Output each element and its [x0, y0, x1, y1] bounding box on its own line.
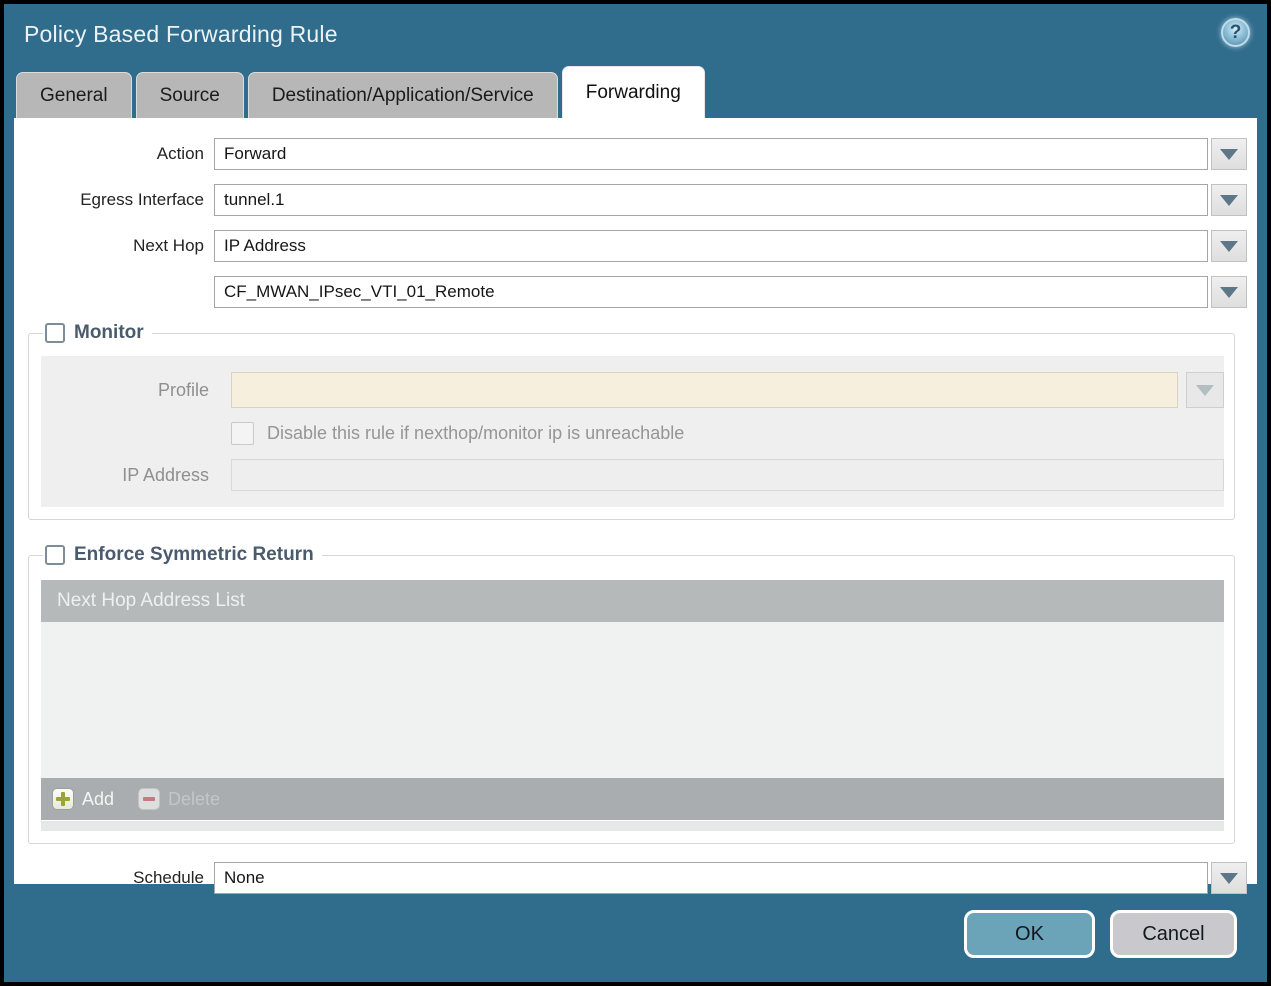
next-hop-type-dropdown-button[interactable] — [1211, 230, 1247, 262]
next-hop-address-list-table: Next Hop Address List Add Delete — [41, 580, 1224, 831]
tab-bar: General Source Destination/Application/S… — [4, 66, 1267, 118]
schedule-select[interactable]: None — [214, 862, 1208, 894]
chevron-down-icon — [1220, 148, 1238, 160]
schedule-row: Schedule None — [14, 862, 1247, 894]
action-dropdown-button[interactable] — [1211, 138, 1247, 170]
egress-interface-dropdown-button[interactable] — [1211, 184, 1247, 216]
profile-dropdown-button — [1186, 372, 1224, 408]
delete-button: Delete — [138, 788, 220, 810]
add-icon — [52, 788, 74, 810]
next-hop-address-dropdown-button[interactable] — [1211, 276, 1247, 308]
enforce-symmetric-return-checkbox[interactable] — [45, 545, 65, 565]
action-label: Action — [156, 144, 204, 163]
disable-rule-row: Disable this rule if nexthop/monitor ip … — [231, 422, 1224, 445]
action-select[interactable]: Forward — [214, 138, 1208, 170]
tab-destination-application-service[interactable]: Destination/Application/Service — [247, 72, 558, 118]
title-bar: Policy Based Forwarding Rule ? — [4, 4, 1267, 66]
policy-based-forwarding-dialog: Policy Based Forwarding Rule ? General S… — [0, 0, 1271, 986]
schedule-dropdown-button[interactable] — [1211, 862, 1247, 894]
chevron-down-icon — [1220, 194, 1238, 206]
tab-forwarding[interactable]: Forwarding — [561, 66, 705, 118]
egress-interface-row: Egress Interface tunnel.1 — [14, 184, 1247, 216]
cancel-button[interactable]: Cancel — [1110, 910, 1237, 958]
chevron-down-icon — [1220, 240, 1238, 252]
next-hop-address-list-body — [41, 622, 1224, 778]
egress-interface-select[interactable]: tunnel.1 — [214, 184, 1208, 216]
profile-label: Profile — [157, 379, 209, 400]
monitor-panel: Profile Disable this rule if nexthop/mon… — [41, 356, 1224, 507]
tab-general[interactable]: General — [16, 72, 132, 118]
disable-rule-label: Disable this rule if nexthop/monitor ip … — [267, 423, 685, 443]
help-icon[interactable]: ? — [1221, 18, 1250, 47]
dialog-footer: OK Cancel — [4, 884, 1267, 978]
enforce-symmetric-return-legend-label: Enforce Symmetric Return — [74, 544, 314, 565]
disable-rule-checkbox — [231, 422, 254, 445]
schedule-label: Schedule — [133, 868, 204, 887]
profile-select — [231, 372, 1178, 408]
monitor-legend: Monitor — [43, 322, 152, 344]
delete-icon — [138, 788, 161, 810]
delete-button-label: Delete — [168, 788, 221, 809]
enforce-symmetric-return-legend: Enforce Symmetric Return — [43, 544, 322, 566]
horizontal-scrollbar[interactable] — [41, 821, 1224, 831]
next-hop-address-list-header: Next Hop Address List — [41, 580, 1224, 622]
next-hop-row: Next Hop IP Address — [14, 230, 1247, 262]
next-hop-type-select[interactable]: IP Address — [214, 230, 1208, 262]
add-button[interactable]: Add — [52, 788, 114, 810]
forwarding-tab-panel: Action Forward Egress Interface tunnel.1… — [14, 118, 1257, 894]
next-hop-address-select[interactable]: CF_MWAN_IPsec_VTI_01_Remote — [214, 276, 1208, 308]
enforce-symmetric-return-section: Enforce Symmetric Return Next Hop Addres… — [28, 544, 1235, 844]
next-hop-address-list-toolbar: Add Delete — [41, 778, 1224, 820]
monitor-section: Monitor Profile Disable this rule if nex… — [28, 322, 1235, 520]
action-row: Action Forward — [14, 138, 1247, 170]
tab-source[interactable]: Source — [135, 72, 244, 118]
next-hop-address-row: CF_MWAN_IPsec_VTI_01_Remote — [14, 276, 1247, 308]
next-hop-label: Next Hop — [133, 236, 204, 255]
monitor-ip-address-input — [231, 459, 1224, 491]
add-button-label: Add — [82, 788, 115, 809]
chevron-down-icon — [1196, 384, 1214, 396]
dialog-title: Policy Based Forwarding Rule — [24, 21, 338, 47]
profile-row: Profile — [41, 372, 1224, 408]
monitor-ip-address-row: IP Address — [41, 459, 1224, 491]
egress-interface-label: Egress Interface — [80, 190, 204, 209]
chevron-down-icon — [1220, 872, 1238, 884]
monitor-ip-address-label: IP Address — [122, 464, 209, 485]
monitor-legend-label: Monitor — [74, 322, 144, 343]
monitor-checkbox[interactable] — [45, 323, 65, 343]
chevron-down-icon — [1220, 286, 1238, 298]
ok-button[interactable]: OK — [964, 910, 1095, 958]
